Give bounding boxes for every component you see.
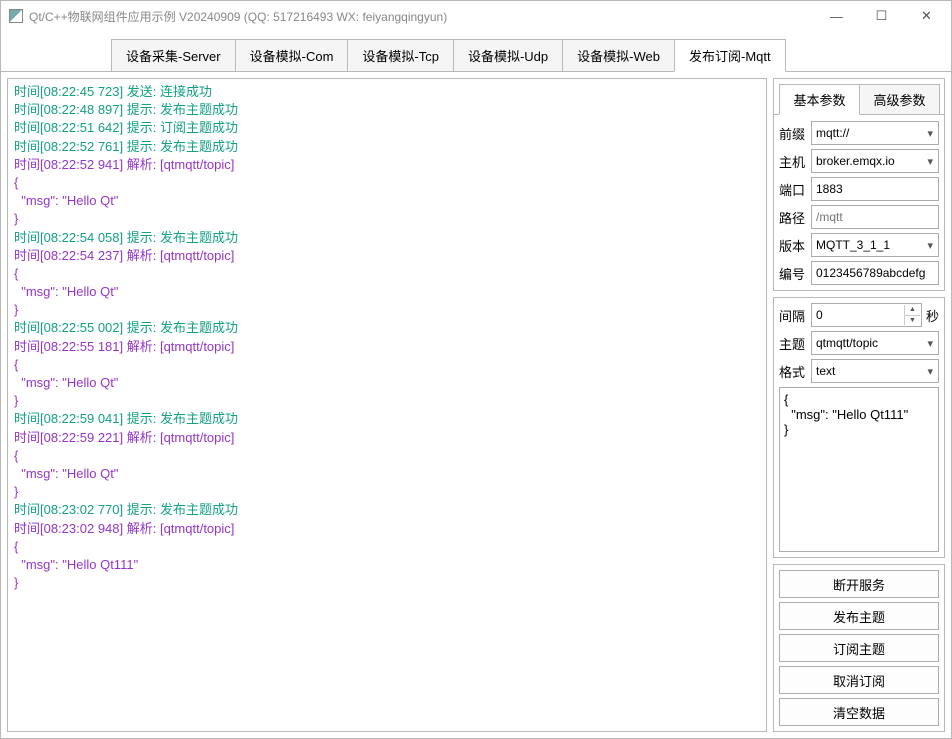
param-subtabs: 基本参数高级参数	[774, 79, 944, 115]
log-line: 时间[08:22:55 181] 解析: [qtmqtt/topic]	[14, 338, 760, 356]
log-line: }	[14, 483, 760, 501]
interval-label: 间隔	[779, 306, 807, 325]
log-line: {	[14, 356, 760, 374]
log-line: 时间[08:22:45 723] 发送: 连接成功	[14, 83, 760, 101]
window-title: Qt/C++物联网组件应用示例 V20240909 (QQ: 517216493…	[29, 8, 814, 25]
version-label: 版本	[779, 236, 807, 255]
close-button[interactable]: ✕	[904, 2, 949, 30]
topic-label: 主题	[779, 334, 807, 353]
spin-down-icon[interactable]: ▼	[904, 316, 920, 326]
spin-up-icon[interactable]: ▲	[904, 305, 920, 316]
format-label: 格式	[779, 362, 807, 381]
log-line: 时间[08:23:02 948] 解析: [qtmqtt/topic]	[14, 520, 760, 538]
path-field[interactable]	[811, 205, 939, 229]
port-label: 端口	[779, 180, 807, 199]
log-line: }	[14, 392, 760, 410]
topic-combo[interactable]	[811, 331, 939, 355]
main-tab-2[interactable]: 设备模拟-Tcp	[347, 39, 454, 71]
path-input[interactable]	[816, 210, 934, 224]
log-line: "msg": "Hello Qt"	[14, 283, 760, 301]
main-tab-bar: 设备采集-Server设备模拟-Com设备模拟-Tcp设备模拟-Udp设备模拟-…	[1, 31, 951, 72]
log-line: "msg": "Hello Qt"	[14, 374, 760, 392]
log-line: 时间[08:22:54 058] 提示: 发布主题成功	[14, 229, 760, 247]
id-input[interactable]	[816, 266, 934, 280]
interval-spin[interactable]: ▲▼	[811, 303, 922, 327]
prefix-input[interactable]	[816, 126, 934, 140]
param-subtab-1[interactable]: 高级参数	[859, 84, 940, 115]
format-combo[interactable]	[811, 359, 939, 383]
log-line: {	[14, 174, 760, 192]
disconnect-button[interactable]: 断开服务	[779, 570, 939, 598]
main-tab-3[interactable]: 设备模拟-Udp	[453, 39, 563, 71]
main-tab-4[interactable]: 设备模拟-Web	[562, 39, 675, 71]
main-tab-0[interactable]: 设备采集-Server	[111, 39, 236, 71]
titlebar: Qt/C++物联网组件应用示例 V20240909 (QQ: 517216493…	[1, 1, 951, 31]
host-combo[interactable]	[811, 149, 939, 173]
clear-button[interactable]: 清空数据	[779, 698, 939, 726]
log-line: {	[14, 447, 760, 465]
log-line: }	[14, 301, 760, 319]
host-label: 主机	[779, 152, 807, 171]
prefix-combo[interactable]	[811, 121, 939, 145]
window-controls: — ☐ ✕	[814, 2, 949, 30]
minimize-button[interactable]: —	[814, 2, 859, 30]
topic-input[interactable]	[816, 336, 934, 350]
interval-unit: 秒	[926, 306, 939, 325]
log-line: 时间[08:22:52 761] 提示: 发布主题成功	[14, 138, 760, 156]
main-tab-1[interactable]: 设备模拟-Com	[235, 39, 349, 71]
log-line: 时间[08:22:52 941] 解析: [qtmqtt/topic]	[14, 156, 760, 174]
app-icon	[9, 9, 23, 23]
interval-input[interactable]	[816, 308, 917, 322]
basic-params-group: 基本参数高级参数 前缀 主机 端口 路径 版本	[773, 78, 945, 291]
payload-textarea[interactable]	[779, 387, 939, 552]
log-line: 时间[08:23:02 770] 提示: 发布主题成功	[14, 501, 760, 519]
log-line: "msg": "Hello Qt"	[14, 465, 760, 483]
app-window: Qt/C++物联网组件应用示例 V20240909 (QQ: 517216493…	[0, 0, 952, 739]
right-column: 基本参数高级参数 前缀 主机 端口 路径 版本	[773, 78, 945, 732]
version-combo[interactable]	[811, 233, 939, 257]
id-label: 编号	[779, 264, 807, 283]
subscribe-button[interactable]: 订阅主题	[779, 634, 939, 662]
port-input[interactable]	[816, 182, 934, 196]
log-line: 时间[08:22:48 897] 提示: 发布主题成功	[14, 101, 760, 119]
interval-spin-buttons[interactable]: ▲▼	[904, 305, 920, 325]
log-line: 时间[08:22:51 642] 提示: 订阅主题成功	[14, 119, 760, 137]
actions-group: 断开服务 发布主题 订阅主题 取消订阅 清空数据	[773, 564, 945, 732]
publish-group: 间隔 ▲▼ 秒 主题 格式	[773, 297, 945, 558]
maximize-button[interactable]: ☐	[859, 2, 904, 30]
format-input[interactable]	[816, 364, 934, 378]
unsubscribe-button[interactable]: 取消订阅	[779, 666, 939, 694]
publish-button[interactable]: 发布主题	[779, 602, 939, 630]
path-label: 路径	[779, 208, 807, 227]
log-line: 时间[08:22:55 002] 提示: 发布主题成功	[14, 319, 760, 337]
main-tab-5[interactable]: 发布订阅-Mqtt	[674, 39, 786, 72]
id-field[interactable]	[811, 261, 939, 285]
version-input[interactable]	[816, 238, 934, 252]
log-line: "msg": "Hello Qt111"	[14, 556, 760, 574]
log-line: {	[14, 265, 760, 283]
log-line: 时间[08:22:59 041] 提示: 发布主题成功	[14, 410, 760, 428]
content-area: 时间[08:22:45 723] 发送: 连接成功时间[08:22:48 897…	[1, 72, 951, 738]
log-line: {	[14, 538, 760, 556]
prefix-label: 前缀	[779, 124, 807, 143]
log-panel[interactable]: 时间[08:22:45 723] 发送: 连接成功时间[08:22:48 897…	[7, 78, 767, 732]
port-field[interactable]	[811, 177, 939, 201]
log-line: 时间[08:22:59 221] 解析: [qtmqtt/topic]	[14, 429, 760, 447]
log-line: "msg": "Hello Qt"	[14, 192, 760, 210]
host-input[interactable]	[816, 154, 934, 168]
log-line: }	[14, 574, 760, 592]
param-subtab-0[interactable]: 基本参数	[779, 84, 860, 115]
log-line: }	[14, 210, 760, 228]
log-line: 时间[08:22:54 237] 解析: [qtmqtt/topic]	[14, 247, 760, 265]
